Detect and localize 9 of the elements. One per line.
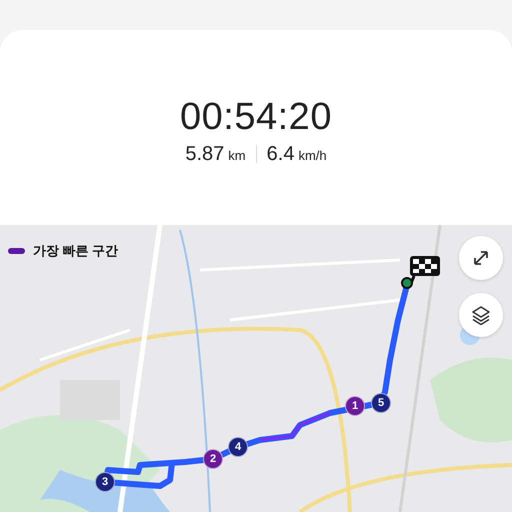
duration: 00:54:20 [180,96,332,138]
finish-flag-icon [401,256,440,289]
legend-label: 가장 빠른 구간 [33,242,118,260]
speed-value: 6.4 [266,142,294,164]
layers-icon [471,305,491,325]
distance-unit: km [228,148,246,162]
distance-value: 5.87 [185,142,224,164]
expand-icon [471,248,491,268]
speed-unit: km/h [298,148,327,162]
